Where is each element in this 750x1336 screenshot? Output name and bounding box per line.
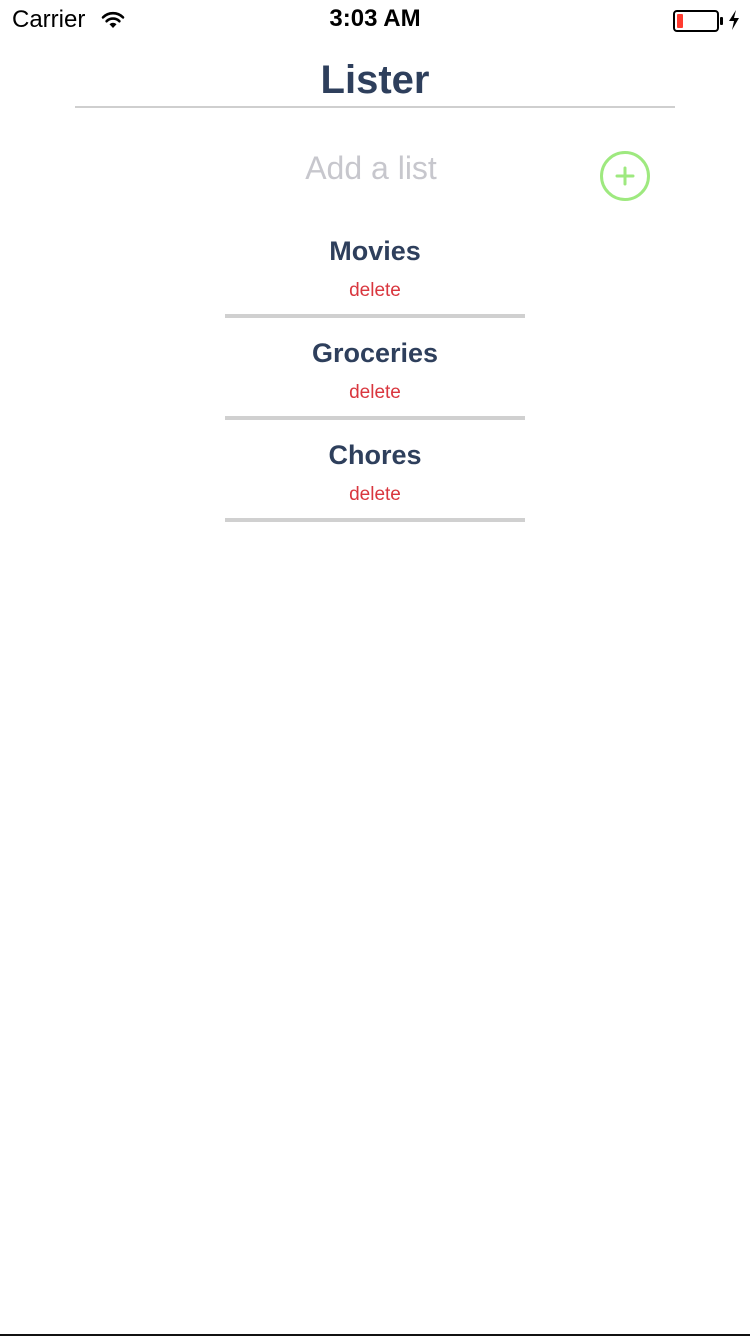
battery-icon — [673, 10, 723, 32]
list-item-movies[interactable]: Movies delete — [225, 226, 525, 328]
clock: 3:03 AM — [329, 5, 421, 32]
list-item-groceries[interactable]: Groceries delete — [225, 328, 525, 430]
list-name[interactable]: Chores — [225, 440, 525, 471]
add-list-button[interactable] — [599, 150, 651, 202]
list-divider — [225, 518, 525, 522]
plus-icon — [615, 166, 635, 186]
app-title: Lister — [320, 58, 430, 102]
list-name[interactable]: Groceries — [225, 338, 525, 369]
list-item-chores[interactable]: Chores delete — [225, 430, 525, 532]
list-divider — [225, 314, 525, 318]
list-divider — [225, 416, 525, 420]
delete-button[interactable]: delete — [225, 382, 525, 404]
charging-bolt-icon — [729, 10, 739, 30]
add-list-input[interactable] — [150, 140, 592, 196]
delete-button[interactable]: delete — [225, 280, 525, 302]
status-bar: Carrier 3:03 AM — [0, 0, 750, 40]
delete-button[interactable]: delete — [225, 484, 525, 506]
app-screen: Carrier 3:03 AM Lister Movies delete — [0, 0, 750, 1336]
list-name[interactable]: Movies — [225, 236, 525, 267]
lists-container: Movies delete Groceries delete Chores de… — [225, 226, 525, 532]
title-divider — [75, 106, 675, 108]
